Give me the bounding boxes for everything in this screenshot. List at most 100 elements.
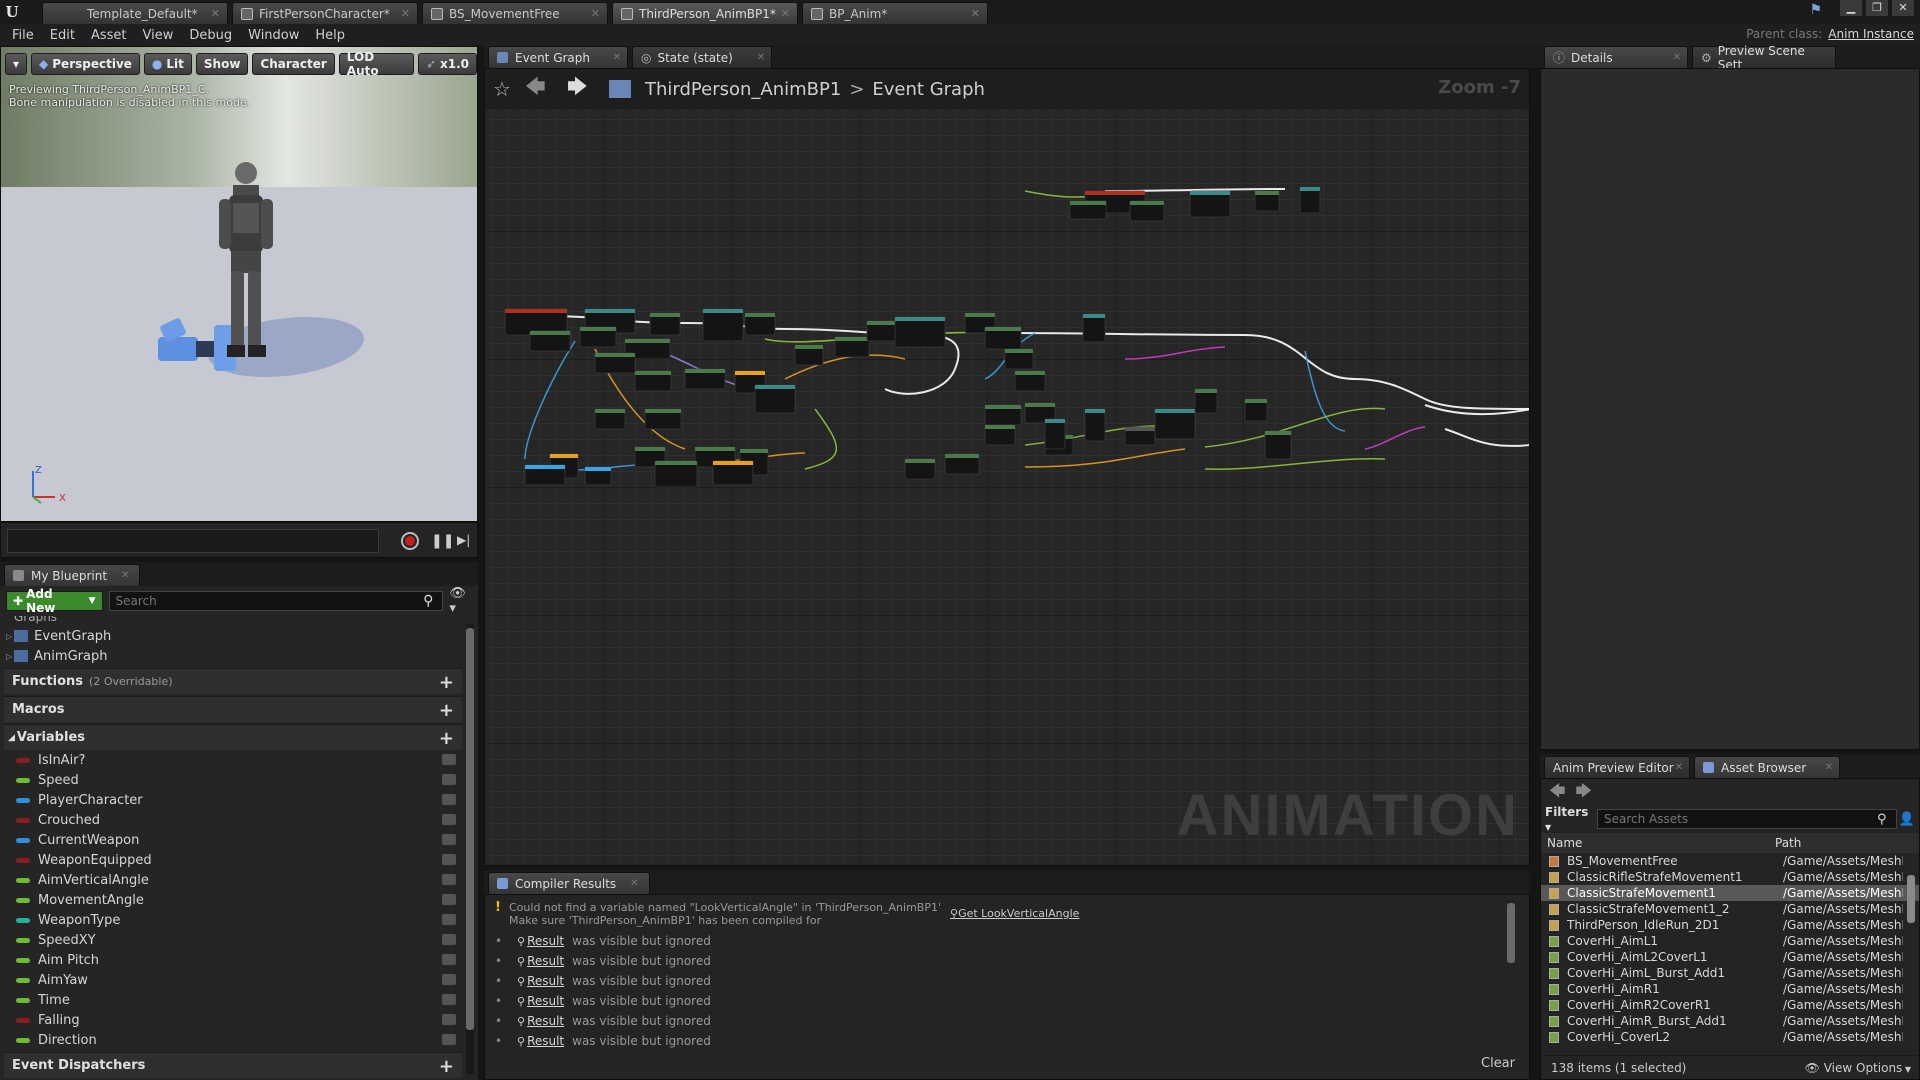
- menu-edit[interactable]: Edit: [42, 28, 83, 43]
- pause-button[interactable]: ❚❚: [431, 533, 454, 549]
- visibility-eye-icon[interactable]: [442, 934, 456, 945]
- search-assets-input[interactable]: [1597, 809, 1897, 829]
- visibility-eye-icon[interactable]: [442, 874, 456, 885]
- visibility-eye-icon[interactable]: [442, 914, 456, 925]
- tab-state[interactable]: ◎ State (state) ✕: [632, 46, 772, 68]
- visibility-eye-icon[interactable]: [442, 854, 456, 865]
- close-icon[interactable]: ✕: [781, 7, 790, 20]
- lod-button[interactable]: LOD Auto: [338, 50, 414, 78]
- variable-item[interactable]: CurrentWeapon: [4, 830, 462, 850]
- close-icon[interactable]: ✕: [613, 52, 621, 63]
- variable-item[interactable]: AimYaw: [4, 970, 462, 990]
- playback-speed-button[interactable]: ➶ x1.0: [417, 53, 477, 75]
- variable-item[interactable]: Speed: [4, 770, 462, 790]
- asset-row[interactable]: BS_MovementFree/Game/Assets/MeshF: [1541, 853, 1919, 869]
- close-icon[interactable]: ✕: [971, 7, 980, 20]
- column-name[interactable]: Name: [1541, 836, 1775, 850]
- add-new-button[interactable]: ✚ Add New ▼: [6, 587, 103, 615]
- scrollbar-thumb[interactable]: [1907, 875, 1915, 923]
- notification-icon[interactable]: ⚑: [1809, 2, 1822, 18]
- variable-item[interactable]: PlayerCharacter: [4, 790, 462, 810]
- menu-window[interactable]: Window: [240, 28, 307, 43]
- timeline-scrubber[interactable]: [7, 529, 379, 553]
- asset-row[interactable]: CoverHi_AimL_Burst_Add1/Game/Assets/Mesh…: [1541, 965, 1919, 981]
- variable-item[interactable]: WeaponType: [4, 910, 462, 930]
- show-button[interactable]: Show: [195, 53, 249, 75]
- doc-tab-bp-anim[interactable]: BP_Anim* ✕: [802, 2, 988, 24]
- functions-section[interactable]: Functions (2 Overridable) +: [4, 668, 462, 694]
- breadcrumb-root[interactable]: ThirdPerson_AnimBP1: [645, 79, 841, 100]
- filters-button[interactable]: Filters ▼: [1545, 805, 1597, 833]
- visibility-eye-icon[interactable]: [442, 794, 456, 805]
- visibility-eye-icon[interactable]: [442, 894, 456, 905]
- menu-file[interactable]: File: [4, 28, 42, 43]
- close-icon[interactable]: ✕: [757, 52, 765, 63]
- scrollbar-thumb[interactable]: [1507, 903, 1515, 963]
- tab-asset-browser[interactable]: Asset Browser ✕: [1694, 756, 1840, 778]
- add-function-button[interactable]: +: [439, 672, 454, 693]
- variable-item[interactable]: Direction: [4, 1030, 462, 1050]
- clear-button[interactable]: Clear: [1481, 1056, 1515, 1071]
- result-link[interactable]: Result: [527, 954, 564, 968]
- result-link[interactable]: Result: [527, 974, 564, 988]
- menu-view[interactable]: View: [135, 28, 182, 43]
- variable-item[interactable]: Aim Pitch: [4, 950, 462, 970]
- visibility-eye-icon[interactable]: [442, 1034, 456, 1045]
- user-icon[interactable]: 👤: [1899, 812, 1915, 827]
- variable-item[interactable]: Crouched: [4, 810, 462, 830]
- visibility-eye-icon[interactable]: [442, 974, 456, 985]
- close-icon[interactable]: ✕: [401, 7, 410, 20]
- step-forward-button[interactable]: ▶|: [457, 533, 470, 547]
- tab-details[interactable]: ⓘ Details ✕: [1544, 46, 1688, 68]
- close-icon[interactable]: ✕: [1673, 52, 1681, 63]
- search-input[interactable]: [108, 591, 444, 611]
- menu-debug[interactable]: Debug: [181, 28, 240, 43]
- close-icon[interactable]: ✕: [630, 878, 638, 889]
- doc-tab-bs-movementfree[interactable]: BS_MovementFree ✕: [422, 2, 608, 24]
- close-icon[interactable]: ✕: [591, 7, 600, 20]
- forward-arrow-icon[interactable]: 🡆: [1576, 780, 1593, 807]
- asset-row[interactable]: CoverHi_AimR2CoverR1/Game/Assets/MeshF: [1541, 997, 1919, 1013]
- tab-anim-preview-editor[interactable]: Anim Preview Editor ✕: [1544, 756, 1690, 778]
- menu-asset[interactable]: Asset: [83, 28, 135, 43]
- result-link[interactable]: Result: [527, 994, 564, 1008]
- add-event-dispatcher-button[interactable]: +: [439, 1056, 454, 1077]
- menu-help[interactable]: Help: [307, 28, 353, 43]
- close-window-button[interactable]: ✕: [1892, 0, 1914, 16]
- tab-event-graph[interactable]: Event Graph ✕: [488, 46, 628, 68]
- close-icon[interactable]: ✕: [1675, 762, 1683, 773]
- star-icon[interactable]: ☆: [493, 77, 525, 101]
- result-link[interactable]: Result: [527, 1034, 564, 1048]
- visibility-eye-icon[interactable]: [442, 774, 456, 785]
- variable-item[interactable]: SpeedXY: [4, 930, 462, 950]
- maximize-button[interactable]: ❐: [1866, 0, 1888, 16]
- asset-row[interactable]: CoverHi_AimR1/Game/Assets/MeshF: [1541, 981, 1919, 997]
- back-arrow-icon[interactable]: 🡄: [1549, 780, 1566, 807]
- asset-row[interactable]: CoverHi_AimL2CoverL1/Game/Assets/MeshF: [1541, 949, 1919, 965]
- close-icon[interactable]: ✕: [1825, 762, 1833, 773]
- doc-tab-template-default[interactable]: Template_Default* ✕: [42, 2, 228, 24]
- tab-my-blueprint[interactable]: My Blueprint ✕: [4, 564, 141, 586]
- variable-item[interactable]: AimVerticalAngle: [4, 870, 462, 890]
- add-variable-button[interactable]: +: [439, 728, 454, 749]
- record-button[interactable]: [401, 532, 419, 550]
- variable-item[interactable]: IsInAir?: [4, 750, 462, 770]
- column-path[interactable]: Path: [1775, 836, 1801, 850]
- lit-button[interactable]: ● Lit: [143, 53, 192, 75]
- close-icon[interactable]: ✕: [211, 7, 220, 20]
- search-icon[interactable]: ⚲: [423, 593, 433, 609]
- minimize-button[interactable]: ▁: [1840, 0, 1862, 16]
- asset-row[interactable]: CoverHi_CoverL2/Game/Assets/MeshF: [1541, 1029, 1919, 1045]
- character-button[interactable]: Character: [252, 53, 335, 75]
- visibility-eye-icon[interactable]: [442, 994, 456, 1005]
- asset-row[interactable]: ClassicStrafeMovement1_2/Game/Assets/Mes…: [1541, 901, 1919, 917]
- back-arrow-icon[interactable]: 🡄: [525, 72, 567, 106]
- macros-section[interactable]: Macros +: [4, 696, 462, 722]
- visibility-eye-icon[interactable]: [442, 814, 456, 825]
- variable-item[interactable]: MovementAngle: [4, 890, 462, 910]
- preview-viewport[interactable]: ▾ ◆ Perspective ● Lit Show Character LOD A…: [0, 46, 478, 522]
- graphs-header[interactable]: Graphs: [4, 616, 462, 626]
- visibility-eye-icon[interactable]: [442, 754, 456, 765]
- perspective-button[interactable]: ◆ Perspective: [31, 53, 140, 75]
- variables-section[interactable]: ◢ Variables +: [4, 724, 462, 750]
